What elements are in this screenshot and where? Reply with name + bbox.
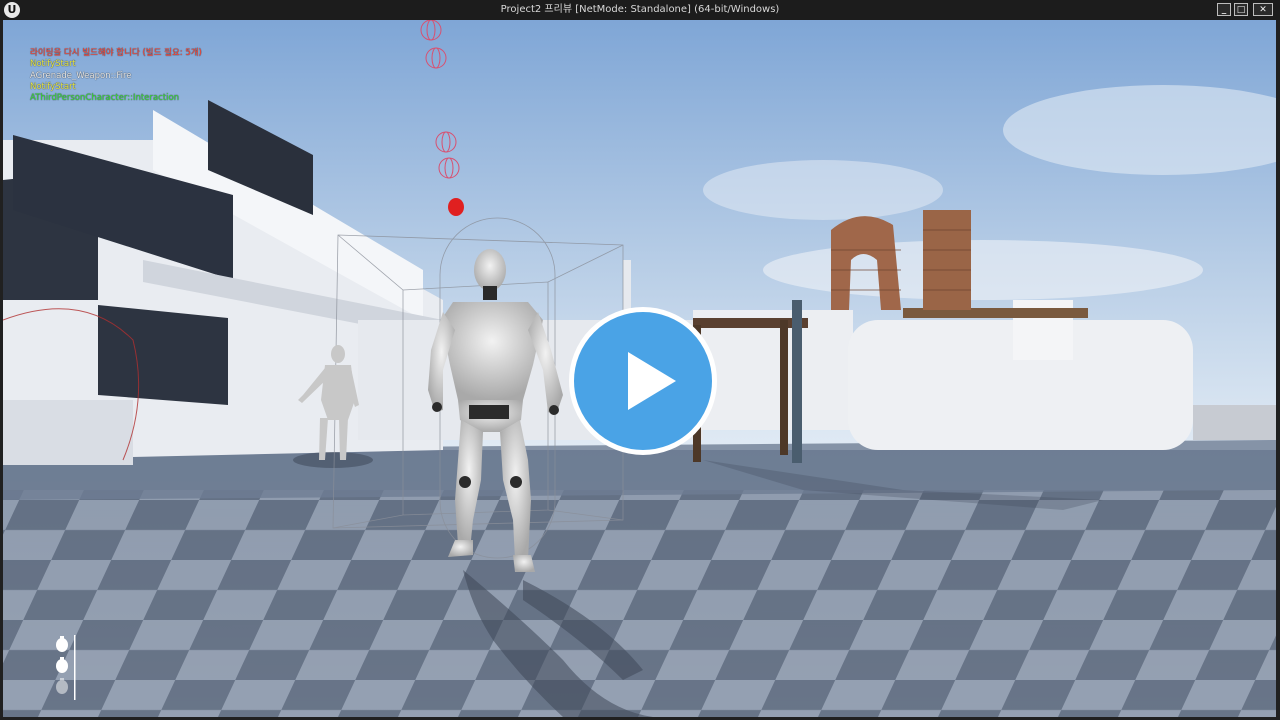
grenade-projectile [448,198,464,216]
maximize-button[interactable]: □ [1234,3,1248,16]
debug-message: AThirdPersonCharacter::Interaction [30,93,180,104]
game-preview-window: U Project2 프리뷰 [NetMode: Standalone] (64… [0,0,1280,720]
close-button[interactable]: ✕ [1253,3,1273,16]
debug-message: AGrenade_Weapon::Fire [30,70,132,81]
debug-message: NotifyStart [30,81,76,92]
play-icon [628,352,676,410]
grenade-icon [56,678,68,694]
grenade-icon [56,636,68,652]
grenade-icon [56,657,68,673]
grenade-ammo-hud [56,635,76,700]
debug-message: NotifyStart [30,59,76,70]
play-video-button[interactable] [569,307,717,455]
game-viewport[interactable]: 라이팅을 다시 빌드해야 합니다 (빌드 필요: 5개) NotifyStart… [3,20,1276,717]
title-bar[interactable]: U Project2 프리뷰 [NetMode: Standalone] (64… [0,0,1280,20]
ammo-divider [74,635,76,700]
debug-message: 라이팅을 다시 빌드해야 합니다 (빌드 필요: 5개) [30,48,202,58]
window-title: Project2 프리뷰 [NetMode: Standalone] (64-b… [500,4,780,15]
minimize-button[interactable]: _ [1217,3,1231,16]
debug-message-log: 라이팅을 다시 빌드해야 합니다 (빌드 필요: 5개) NotifyStart… [30,48,202,104]
